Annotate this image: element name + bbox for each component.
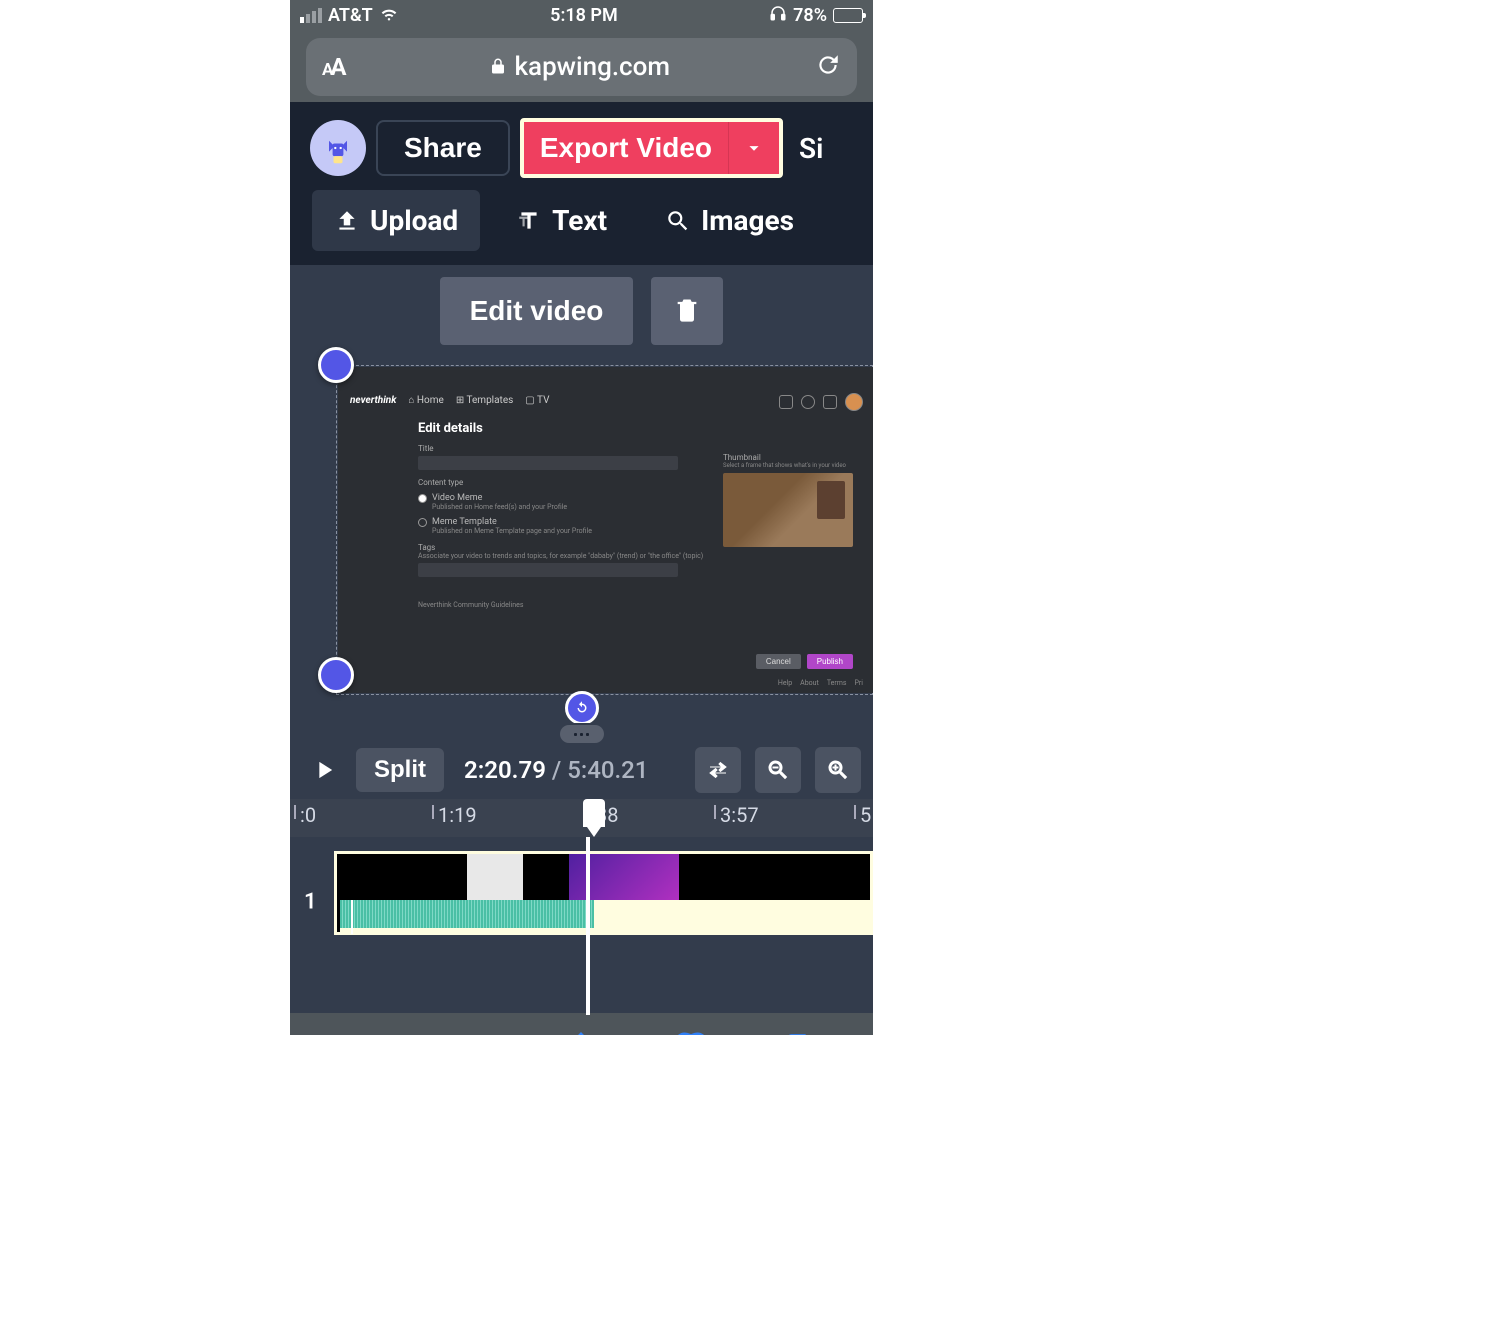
brand-logo: neverthink	[350, 395, 396, 406]
upload-icon	[334, 208, 360, 234]
chevron-right-icon	[455, 1030, 489, 1035]
current-time: 2:20.79	[464, 756, 546, 784]
title-field	[418, 456, 678, 470]
timecode: 2:20.79 / 5:40.21	[464, 756, 648, 784]
delete-button[interactable]	[651, 277, 723, 345]
playhead[interactable]	[583, 799, 605, 827]
ruler-tick: :0	[300, 803, 316, 827]
chevron-down-icon	[743, 137, 765, 159]
swap-icon	[706, 758, 730, 782]
play-icon	[310, 756, 338, 784]
safari-share-button[interactable]	[564, 1030, 598, 1035]
resize-handle-top-left[interactable]	[318, 347, 354, 383]
panel-drag-handle[interactable]	[290, 723, 873, 741]
zoom-out-button[interactable]	[755, 747, 801, 793]
avatar[interactable]	[310, 120, 366, 176]
split-button[interactable]: Split	[356, 748, 444, 792]
export-video-highlight: Export Video	[520, 118, 783, 178]
bookmarks-button[interactable]	[674, 1030, 708, 1035]
tab-text[interactable]: Text	[494, 190, 629, 251]
headphones-icon	[769, 4, 787, 27]
track-number: 1	[304, 890, 317, 915]
zoom-in-button[interactable]	[815, 747, 861, 793]
tab-text-label: Text	[552, 204, 607, 237]
tab-upload[interactable]: Upload	[312, 190, 480, 251]
reload-button[interactable]	[815, 52, 841, 82]
preview-publish-button: Publish	[807, 654, 853, 669]
resize-handle-bottom-left[interactable]	[318, 657, 354, 693]
zoom-in-icon	[826, 758, 850, 782]
export-video-button[interactable]: Export Video	[524, 122, 729, 174]
ruler-tick: 3:57	[720, 803, 759, 827]
battery-pct: 78%	[793, 5, 827, 26]
panel-title: Edit details	[418, 421, 863, 436]
chevron-left-icon	[346, 1030, 380, 1035]
tab-images[interactable]: Images	[643, 190, 816, 251]
rotate-icon	[573, 699, 591, 717]
share-icon	[564, 1030, 598, 1035]
phone-screenshot: AT&T 5:18 PM 78% AA kapwing.com	[290, 0, 873, 1035]
tool-tabs: Upload Text Images	[290, 190, 873, 265]
safari-toolbar	[290, 1013, 873, 1035]
audio-waveform	[630, 900, 870, 934]
url-text: kapwing.com	[515, 52, 671, 82]
back-button[interactable]	[346, 1030, 380, 1035]
fit-button[interactable]	[695, 747, 741, 793]
rotate-handle[interactable]	[565, 691, 599, 725]
timeline[interactable]: 1	[290, 837, 873, 967]
export-dropdown-button[interactable]	[729, 122, 779, 174]
cut-marker	[351, 900, 353, 934]
play-button[interactable]	[302, 748, 346, 792]
tab-images-label: Images	[701, 204, 794, 237]
preview-cancel-button: Cancel	[756, 654, 801, 669]
clip-thumbnail	[467, 854, 523, 900]
signal-icon	[300, 8, 322, 23]
battery-icon	[833, 8, 863, 23]
clip-action-bar: Edit video	[290, 265, 873, 355]
canvas-preview[interactable]: neverthink ⌂ Home ⊞ Templates ▢ TV Edit …	[290, 355, 873, 723]
trash-icon	[673, 296, 701, 324]
playhead-line[interactable]	[586, 837, 590, 1015]
total-time: 5:40.21	[567, 756, 648, 784]
safari-url-bar[interactable]: AA kapwing.com	[306, 38, 857, 96]
text-icon	[516, 208, 542, 234]
share-button[interactable]: Share	[376, 120, 510, 176]
tab-upload-label: Upload	[370, 204, 458, 237]
search-icon	[665, 208, 691, 234]
video-clip[interactable]	[334, 851, 873, 935]
video-frame-content: neverthink ⌂ Home ⊞ Templates ▢ TV Edit …	[338, 367, 873, 693]
ruler-tick: 1:19	[438, 803, 477, 827]
book-icon	[674, 1030, 708, 1035]
ruler-tick: 5	[860, 803, 871, 827]
tags-field	[418, 563, 678, 577]
timeline-ruler[interactable]: :0 1:19 38 3:57 5	[290, 799, 873, 837]
zoom-out-icon	[766, 758, 790, 782]
carrier-label: AT&T	[328, 5, 373, 26]
text-size-button[interactable]: AA	[322, 53, 344, 81]
thumbnail-preview	[723, 473, 853, 547]
ios-status-bar: AT&T 5:18 PM 78%	[290, 0, 873, 30]
wifi-icon	[379, 3, 399, 28]
playback-controls: Split 2:20.79 / 5:40.21	[290, 741, 873, 799]
lock-icon	[489, 52, 507, 82]
forward-button[interactable]	[455, 1030, 489, 1035]
app-header: Share Export Video Si	[290, 102, 873, 190]
edit-video-button[interactable]: Edit video	[440, 277, 634, 345]
clock: 5:18 PM	[550, 5, 618, 26]
tabs-icon	[783, 1030, 817, 1035]
overflow-text: Si	[799, 132, 823, 165]
tabs-button[interactable]	[783, 1030, 817, 1035]
